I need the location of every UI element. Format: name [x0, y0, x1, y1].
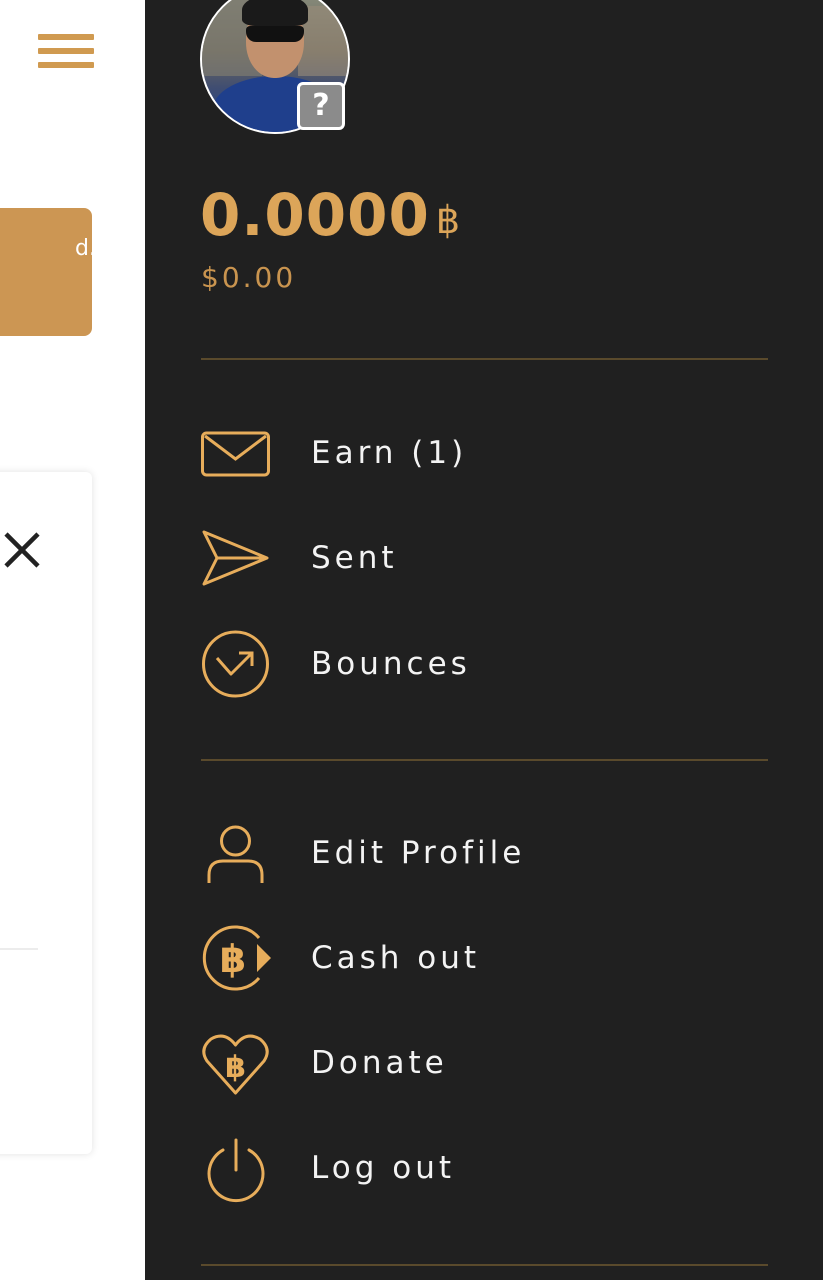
unverified-badge: ?	[297, 82, 345, 130]
divider	[201, 759, 768, 761]
bitcoin-heart-icon: ฿	[201, 1023, 271, 1103]
menu-item-donate[interactable]: ฿ Donate	[201, 1023, 761, 1103]
navigation-drawer: ? 0.0000 ฿ $0.00 Earn (1) Sent Bounces E…	[145, 0, 823, 1280]
modal-dialog	[0, 472, 92, 1154]
menu-item-cash-out[interactable]: ฿ Cash out	[201, 918, 761, 998]
paper-plane-icon	[201, 518, 271, 598]
menu-item-sent[interactable]: Sent	[201, 518, 761, 598]
power-icon	[201, 1128, 271, 1208]
menu-item-edit-profile[interactable]: Edit Profile	[201, 813, 761, 893]
close-icon[interactable]	[2, 530, 42, 570]
menu-label: Cash out	[311, 940, 481, 976]
menu-label: Sent	[311, 540, 398, 576]
divider	[201, 358, 768, 360]
bounce-arrow-icon	[201, 624, 271, 704]
envelope-icon	[201, 413, 271, 493]
menu-label: Edit Profile	[311, 835, 526, 871]
menu-item-earn[interactable]: Earn (1)	[201, 413, 761, 493]
modal-divider	[0, 948, 38, 950]
menu-label: Log out	[311, 1150, 455, 1186]
fiat-balance: $0.00	[201, 261, 297, 294]
notice-banner: d.	[0, 208, 96, 336]
menu-label: Earn (1)	[311, 435, 468, 471]
background-page: d.	[0, 0, 145, 1280]
bitcoin-cashout-icon: ฿	[201, 918, 271, 998]
menu-item-bounces[interactable]: Bounces	[201, 624, 761, 704]
divider	[201, 1264, 768, 1266]
hamburger-menu-icon[interactable]	[38, 34, 98, 78]
user-icon	[201, 813, 271, 893]
menu-item-log-out[interactable]: Log out	[201, 1128, 761, 1208]
balance-amount: 0.0000 ฿	[200, 180, 461, 255]
balance-value: 0.0000	[200, 181, 430, 249]
menu-label: Bounces	[311, 646, 471, 682]
baht-currency-symbol: ฿	[435, 198, 462, 242]
svg-text:฿: ฿	[220, 937, 246, 981]
notice-text: d.	[75, 236, 96, 261]
svg-text:฿: ฿	[225, 1050, 246, 1085]
menu-label: Donate	[311, 1045, 448, 1081]
